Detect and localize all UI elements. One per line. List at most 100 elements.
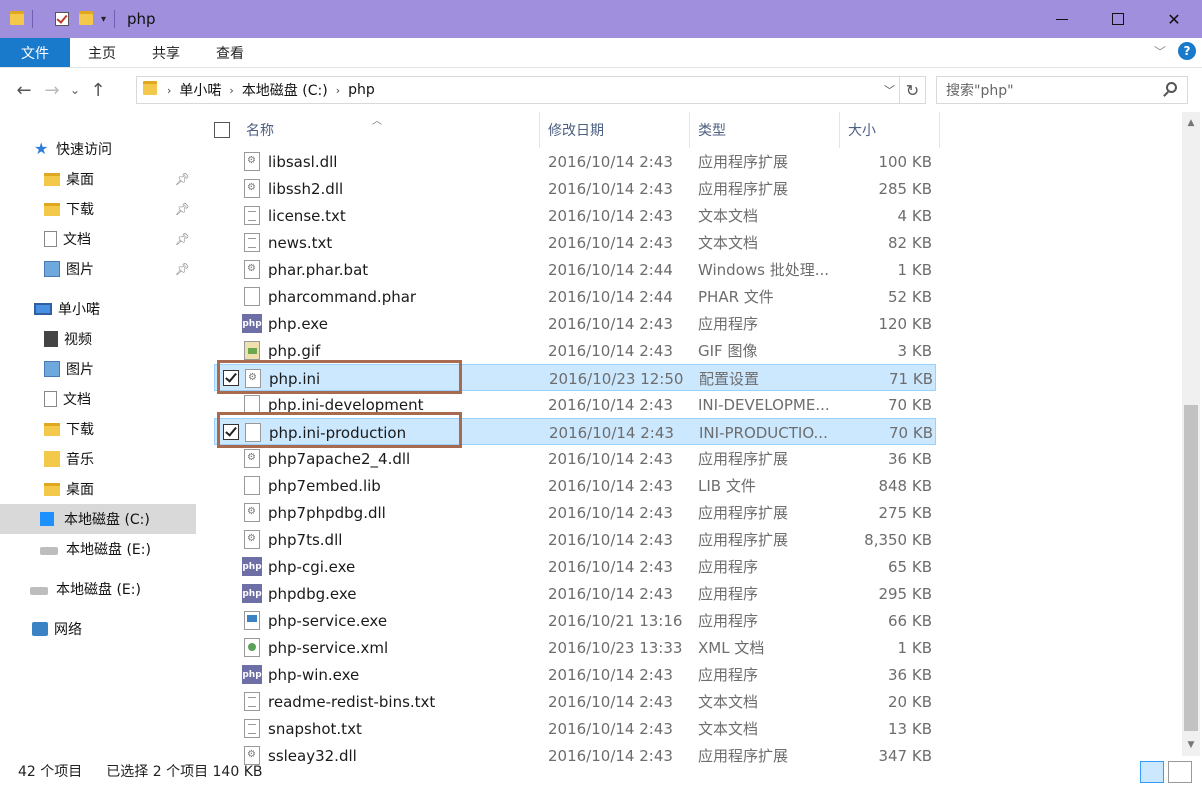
close-icon: ✕ [1167, 9, 1181, 29]
table-row[interactable]: php php.exe 2016/10/14 2:43 应用程序 120 KB [214, 310, 936, 337]
file-date: 2016/10/14 2:43 [548, 179, 673, 198]
file-name: php-cgi.exe [268, 557, 356, 576]
file-type: XML 文档 [698, 639, 765, 657]
file-name: readme-redist-bins.txt [268, 692, 436, 711]
sidebar-item-drive-e[interactable]: 本地磁盘 (E:) [0, 574, 196, 604]
chevron-right-icon[interactable]: › [227, 84, 235, 97]
forward-button[interactable]: → [38, 80, 66, 101]
dll-file-icon [244, 449, 260, 468]
chevron-down-icon[interactable]: ﹀ [884, 82, 895, 98]
file-type: INI-PRODUCTIO... [699, 423, 828, 442]
table-row[interactable]: php7ts.dll 2016/10/14 2:43 应用程序扩展 8,350 KB [214, 526, 936, 553]
table-row[interactable]: snapshot.txt 2016/10/14 2:43 文本文档 13 KB [214, 715, 936, 742]
table-row[interactable]: php-service.xml 2016/10/23 13:33 XML 文档 1 K… [214, 634, 936, 661]
sidebar-item-this-pc[interactable]: 单小喏 [0, 294, 196, 324]
table-row[interactable]: php php-cgi.exe 2016/10/14 2:43 应用程序 65 KB [214, 553, 936, 580]
maximize-button[interactable] [1090, 0, 1146, 38]
file-date: 2016/10/14 2:43 [548, 395, 673, 414]
sidebar-item-music[interactable]: 音乐 [0, 444, 196, 474]
scroll-down-icon[interactable]: ▼ [1182, 740, 1200, 750]
status-bar: 42 个项目 已选择 2 个项目 140 KB [0, 756, 1202, 786]
file-date: 2016/10/14 2:43 [548, 233, 673, 252]
expand-ribbon-icon[interactable]: ﹀ [1154, 43, 1166, 60]
table-row[interactable]: libssh2.dll 2016/10/14 2:43 应用程序扩展 285 KB [214, 175, 936, 202]
file-type: 应用程序扩展 [698, 153, 789, 171]
table-row[interactable]: php php-win.exe 2016/10/14 2:43 应用程序 36 KB [214, 661, 936, 688]
up-button[interactable]: ↑ [84, 80, 112, 101]
select-all-checkbox[interactable] [214, 122, 230, 138]
new-folder-icon[interactable] [79, 11, 93, 27]
sidebar-item-documents[interactable]: 文档 📌︎ [0, 224, 196, 254]
tab-file[interactable]: 文件 [0, 38, 70, 67]
tab-home[interactable]: 主页 [70, 38, 134, 67]
recent-locations-icon[interactable]: ⌄ [66, 83, 84, 97]
sidebar-item-label: 视频 [64, 332, 92, 348]
txt-file-icon [244, 719, 260, 738]
tab-view[interactable]: 查看 [198, 38, 262, 67]
address-bar[interactable]: › 单小喏 › 本地磁盘 (C:) › php ﹀ ↻ [136, 76, 926, 104]
breadcrumb-pc[interactable]: 单小喏 [173, 80, 227, 100]
refresh-button[interactable]: ↻ [899, 77, 925, 103]
scroll-up-icon[interactable]: ▲ [1182, 118, 1200, 128]
table-row[interactable]: libsasl.dll 2016/10/14 2:43 应用程序扩展 100 KB [214, 148, 936, 175]
properties-icon[interactable] [55, 12, 69, 26]
chevron-right-icon[interactable]: › [334, 84, 342, 97]
large-icons-view-button[interactable] [1168, 761, 1192, 783]
column-header-size[interactable]: 大小 [840, 112, 940, 148]
sidebar-item-desktop-pc[interactable]: 桌面 [0, 474, 196, 504]
file-date: 2016/10/14 2:43 [548, 152, 673, 171]
file-date: 2016/10/21 13:16 [548, 611, 683, 630]
column-header-name[interactable]: 名称 [238, 112, 540, 148]
table-row[interactable]: php-service.exe 2016/10/21 13:16 应用程序 66 KB [214, 607, 936, 634]
table-row[interactable]: readme-redist-bins.txt 2016/10/14 2:43 文本文… [214, 688, 936, 715]
back-button[interactable]: ← [10, 80, 38, 101]
file-size: 8,350 KB [864, 530, 932, 549]
file-size: 848 KB [878, 476, 932, 495]
table-row[interactable]: php7embed.lib 2016/10/14 2:43 LIB 文件 848 KB [214, 472, 936, 499]
tab-share[interactable]: 共享 [134, 38, 198, 67]
sidebar-item-pictures-pc[interactable]: 图片 [0, 354, 196, 384]
vertical-scrollbar[interactable]: ▲ ▼ [1182, 112, 1200, 756]
minimize-button[interactable] [1034, 0, 1090, 38]
customize-toolbar-icon[interactable]: ▾ [101, 14, 106, 25]
sidebar-item-videos[interactable]: 视频 [0, 324, 196, 354]
close-button[interactable]: ✕ [1146, 0, 1202, 38]
pin-icon[interactable]: 📌︎ [175, 202, 190, 216]
pin-icon[interactable]: 📌︎ [175, 172, 190, 186]
sidebar-item-downloads[interactable]: 下载 📌︎ [0, 194, 196, 224]
sidebar-item-desktop[interactable]: 桌面 📌︎ [0, 164, 196, 194]
table-row[interactable]: php7phpdbg.dll 2016/10/14 2:43 应用程序扩展 275 K… [214, 499, 936, 526]
column-header-type[interactable]: 类型 [690, 112, 840, 148]
help-icon[interactable]: ? [1178, 42, 1196, 60]
pin-icon[interactable]: 📌︎ [175, 262, 190, 276]
table-row[interactable]: pharcommand.phar 2016/10/14 2:44 PHAR 文件 52… [214, 283, 936, 310]
sidebar-item-label: 下载 [66, 422, 94, 438]
table-row[interactable]: php phpdbg.exe 2016/10/14 2:43 应用程序 295 KB [214, 580, 936, 607]
table-row[interactable]: license.txt 2016/10/14 2:43 文本文档 4 KB [214, 202, 936, 229]
search-input[interactable]: 搜索"php" [936, 76, 1188, 104]
pin-icon[interactable]: 📌︎ [175, 232, 190, 246]
scrollbar-thumb[interactable] [1184, 405, 1198, 731]
sidebar-item-pictures[interactable]: 图片 📌︎ [0, 254, 196, 284]
sidebar-item-drive-c[interactable]: 本地磁盘 (C:) [0, 504, 196, 534]
details-view-button[interactable] [1140, 761, 1164, 783]
breadcrumb-php[interactable]: php [342, 82, 381, 98]
table-row[interactable]: php7apache2_4.dll 2016/10/14 2:43 应用程序扩展 36… [214, 445, 936, 472]
file-date: 2016/10/14 2:43 [548, 449, 673, 468]
chevron-right-icon[interactable]: › [165, 84, 173, 97]
sidebar-item-quick-access[interactable]: ★ 快速访问 [0, 134, 196, 164]
sidebar-item-documents-pc[interactable]: 文档 [0, 384, 196, 414]
sidebar-item-drive-e-pc[interactable]: 本地磁盘 (E:) [0, 534, 196, 564]
table-row[interactable]: news.txt 2016/10/14 2:43 文本文档 82 KB [214, 229, 936, 256]
sidebar-item-network[interactable]: 网络 [0, 614, 196, 644]
file-size: 1 KB [897, 260, 932, 279]
sidebar-item-downloads-pc[interactable]: 下载 [0, 414, 196, 444]
network-icon [32, 622, 48, 636]
breadcrumb-drive-c[interactable]: 本地磁盘 (C:) [236, 80, 334, 100]
table-row[interactable]: phar.phar.bat 2016/10/14 2:44 Windows 批处理.… [214, 256, 936, 283]
column-header-date[interactable]: 修改日期 [540, 112, 690, 148]
file-type: 应用程序扩展 [698, 180, 789, 198]
search-placeholder: 搜索"php" [946, 83, 1014, 99]
title-bar: ▾ php ✕ [0, 0, 1202, 38]
file-name: php-service.exe [268, 611, 388, 630]
